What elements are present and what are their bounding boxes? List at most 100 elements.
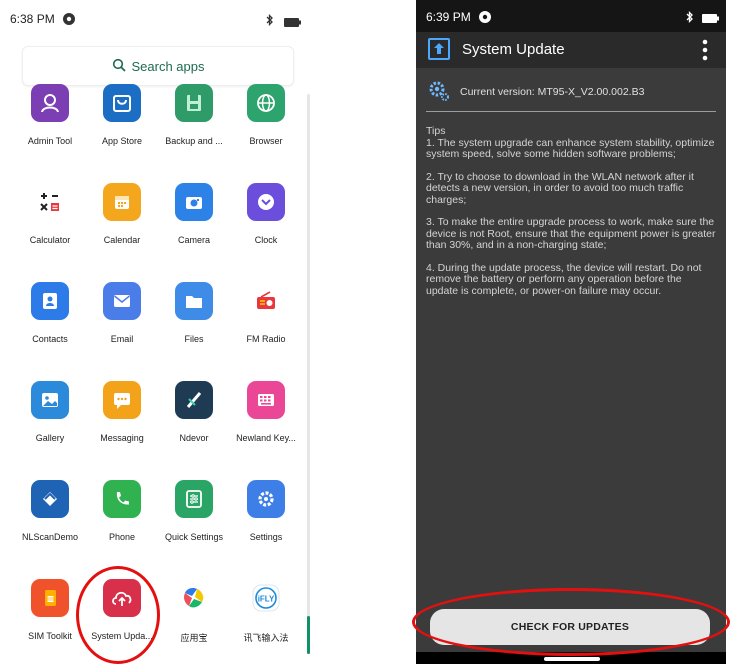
ndevor-icon — [175, 381, 213, 419]
app-yingyongbao[interactable]: 应用宝 — [158, 579, 230, 644]
files-icon — [175, 282, 213, 320]
clock-icon — [247, 183, 285, 221]
search-apps-label: Search apps — [131, 58, 205, 74]
home-indicator[interactable] — [544, 657, 600, 661]
app-label: 讯飞输入法 — [243, 633, 289, 643]
more-options-icon[interactable] — [700, 38, 710, 62]
app-bar: System Update — [416, 32, 726, 68]
messaging-icon — [103, 381, 141, 419]
divider — [426, 111, 716, 112]
svg-text:iFLY: iFLY — [258, 595, 275, 604]
app-label: Backup and ... — [165, 136, 223, 146]
app-label: Messaging — [100, 433, 144, 443]
battery-icon — [702, 12, 720, 26]
app-contacts[interactable]: Contacts — [14, 282, 86, 344]
camera-icon — [175, 183, 213, 221]
app-label: NLScanDemo — [21, 532, 79, 542]
calendar-icon — [103, 183, 141, 221]
system-update-screen: 6:39 PM System Update Current version: M… — [416, 0, 726, 664]
notification-icon — [478, 10, 492, 27]
app-label: Phone — [108, 532, 136, 542]
app-clock[interactable]: Clock — [230, 183, 302, 245]
tip-3: 3. To make the entire upgrade process to… — [426, 216, 716, 251]
sim-toolkit-icon — [31, 579, 69, 617]
app-ifly[interactable]: iFLY 讯飞输入法 — [230, 579, 302, 644]
app-label: Gallery — [35, 433, 65, 443]
app-messaging[interactable]: Messaging — [86, 381, 158, 443]
app-camera[interactable]: Camera — [158, 183, 230, 245]
app-label: Settings — [249, 532, 283, 542]
screen-title: System Update — [462, 41, 565, 58]
app-label: Camera — [177, 235, 210, 245]
app-drawer-screen: 6:38 PM Search apps Admin Tool App Store B… — [0, 0, 312, 664]
app-backup[interactable]: Backup and ... — [158, 84, 230, 146]
app-label: Clock — [254, 235, 278, 245]
ifly-icon: iFLY — [247, 579, 285, 617]
app-admin-tool[interactable]: Admin Tool — [14, 84, 86, 146]
highlight-ellipse-check-updates — [412, 588, 730, 656]
search-icon — [112, 58, 126, 75]
highlight-circle-system-update — [76, 566, 160, 664]
app-calculator[interactable]: Calculator — [14, 183, 86, 245]
calculator-icon — [31, 183, 69, 221]
fm-radio-icon — [247, 282, 285, 320]
tips-text: Tips 1. The system upgrade can enhance s… — [426, 125, 716, 308]
app-label: SIM Toolkit — [28, 631, 72, 641]
app-fm-radio[interactable]: FM Radio — [230, 282, 302, 344]
app-phone[interactable]: Phone — [86, 480, 158, 542]
nlscan-icon — [31, 480, 69, 518]
app-label: Files — [184, 334, 204, 344]
bluetooth-icon — [686, 10, 694, 26]
system-update-app-icon — [428, 38, 450, 65]
scrollbar-track[interactable] — [307, 94, 310, 654]
contacts-icon — [31, 282, 69, 320]
browser-icon — [247, 84, 285, 122]
search-apps-bar[interactable]: Search apps — [22, 46, 294, 86]
app-label: Ndevor — [179, 433, 209, 443]
notification-icon — [62, 12, 76, 31]
tip-2: 2. Try to choose to download in the WLAN… — [426, 170, 694, 206]
app-label: Calendar — [103, 235, 141, 245]
keyboard-icon — [247, 381, 285, 419]
app-label: Contacts — [32, 334, 68, 344]
app-label: Browser — [249, 136, 283, 146]
app-label: Newland Key... — [236, 433, 296, 443]
app-label: FM Radio — [246, 334, 286, 344]
app-label: App Store — [101, 136, 143, 146]
app-email[interactable]: Email — [86, 282, 158, 344]
app-nlscan[interactable]: NLScanDemo — [14, 480, 86, 542]
backup-icon — [175, 84, 213, 122]
app-calendar[interactable]: Calendar — [86, 183, 158, 245]
app-label: Email — [110, 334, 134, 344]
status-time: 6:38 PM — [10, 12, 55, 26]
bluetooth-icon — [266, 13, 274, 31]
app-quick-settings[interactable]: Quick Settings — [158, 480, 230, 542]
app-settings-gear[interactable]: Settings — [230, 480, 302, 542]
app-store-icon — [103, 84, 141, 122]
yingyongbao-icon — [175, 579, 213, 617]
settings-gear-icon — [428, 80, 450, 107]
phone-icon — [103, 480, 141, 518]
scrollbar-thumb[interactable] — [307, 616, 310, 654]
settings-gear-icon — [247, 480, 285, 518]
app-label: Calculator — [29, 235, 71, 245]
battery-icon — [284, 14, 302, 32]
app-gallery[interactable]: Gallery — [14, 381, 86, 443]
app-label: Quick Settings — [164, 532, 224, 542]
status-time: 6:39 PM — [426, 10, 471, 24]
app-keyboard[interactable]: Newland Key... — [230, 381, 302, 443]
status-bar: 6:39 PM — [416, 0, 726, 32]
app-label: Admin Tool — [27, 136, 73, 146]
gallery-icon — [31, 381, 69, 419]
admin-tool-icon — [31, 84, 69, 122]
app-label: 应用宝 — [180, 633, 208, 643]
app-ndevor[interactable]: Ndevor — [158, 381, 230, 443]
quick-settings-icon — [175, 480, 213, 518]
tip-4: 4. During the update process, the device… — [426, 261, 702, 297]
app-files[interactable]: Files — [158, 282, 230, 344]
email-icon — [103, 282, 141, 320]
app-browser[interactable]: Browser — [230, 84, 302, 146]
app-app-store[interactable]: App Store — [86, 84, 158, 146]
current-version-text: Current version: MT95-X_V2.00.002.B3 — [460, 86, 645, 98]
tip-1: Tips 1. The system upgrade can enhance s… — [426, 125, 715, 160]
